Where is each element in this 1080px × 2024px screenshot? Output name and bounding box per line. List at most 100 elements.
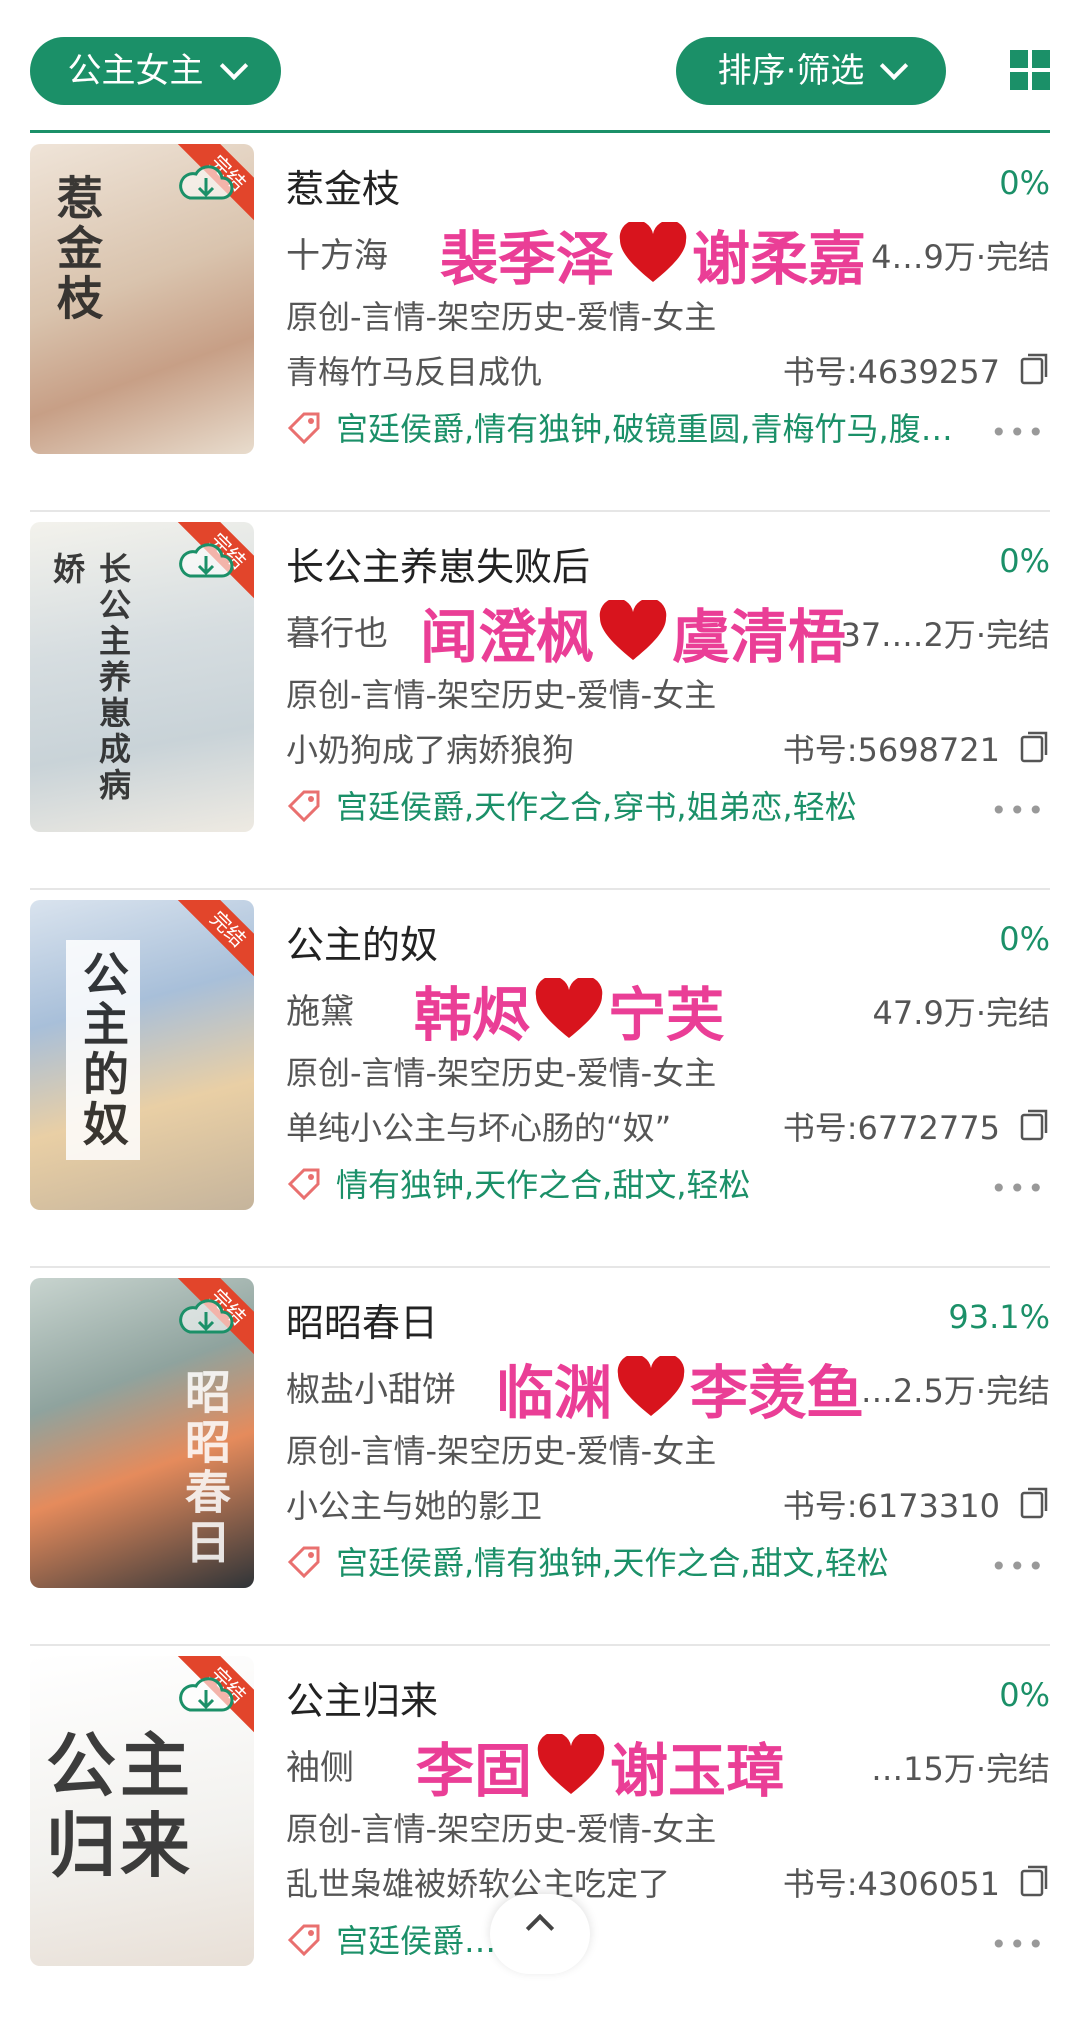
book-title[interactable]: 公主的奴 [286, 914, 438, 969]
couple-name-b: 李羡鱼 [690, 1359, 865, 1427]
download-cloud-icon[interactable] [176, 540, 236, 582]
couple-overlay: 裴季泽 谢柔嘉 [440, 212, 866, 296]
couple-name-a: 闻澄枫 [420, 603, 595, 671]
sort-filter-button[interactable]: 排序·筛选 [676, 37, 946, 105]
couple-name-a: 韩烬 [414, 981, 531, 1049]
couple-overlay: 临渊 李羡鱼 [496, 1346, 864, 1430]
book-number: 书号:5698721 [782, 731, 1000, 769]
book-item[interactable]: 长公主养崽成病娇 完结 长公主养崽失败后 0% 暮行也 37.…2万·完结 闻澄… [0, 512, 1080, 890]
read-progress: 0% [999, 1676, 1050, 1714]
download-cloud-icon[interactable] [176, 1674, 236, 1716]
download-cloud-icon[interactable] [176, 1296, 236, 1338]
word-count: …2.5万 [860, 1372, 976, 1410]
word-count-status: 47.9万·完结 [873, 988, 1050, 1034]
read-progress: 0% [999, 920, 1050, 958]
book-cover[interactable]: 公主的奴 完结 [30, 900, 254, 1210]
tag-icon [287, 1168, 320, 1201]
book-category: 原创-言情-架空历史-爱情-女主 [286, 298, 717, 336]
couple-name-a: 李固 [416, 1737, 533, 1805]
book-tags[interactable]: 宫廷侯爵,天作之合,穿书,姐弟恋,轻松 [336, 782, 857, 828]
book-author[interactable]: 暮行也 [286, 606, 388, 655]
tag-icon [287, 1546, 320, 1579]
book-number: 书号:4306051 [782, 1865, 1000, 1903]
book-tags[interactable]: 宫廷侯爵,情有独钟,天作之合,甜文,轻松 [336, 1538, 889, 1584]
book-status: ·完结 [975, 238, 1050, 276]
read-progress: 0% [999, 542, 1050, 580]
heart-icon [537, 1734, 605, 1794]
read-progress: 93.1% [948, 1298, 1050, 1336]
book-item[interactable]: 昭昭春日 完结 昭昭春日 93.1% 椒盐小甜饼 …2.5万·完结 临渊 李羡鱼… [0, 1268, 1080, 1646]
cover-title: 昭昭春日 [178, 1368, 232, 1568]
heart-icon [619, 222, 687, 282]
category-filter-label: 公主女主 [67, 51, 204, 91]
couple-name-b: 谢柔嘉 [692, 225, 867, 293]
book-title[interactable]: 昭昭春日 [286, 1292, 438, 1347]
heart-icon [599, 600, 667, 660]
heart-icon [617, 1356, 685, 1416]
book-title[interactable]: 公主归来 [286, 1670, 438, 1725]
book-summary: 小公主与她的影卫 [286, 1487, 543, 1525]
couple-overlay: 李固 谢玉璋 [416, 1724, 784, 1808]
more-options-icon[interactable]: ••• [990, 1172, 1046, 1205]
scroll-to-top-button[interactable] [490, 1894, 590, 1974]
cover-title: 公主的奴 [66, 940, 140, 1160]
word-count: …15万 [871, 1750, 976, 1788]
chevron-down-icon [219, 51, 248, 81]
book-cover[interactable]: 公主归来 完结 [30, 1656, 254, 1966]
couple-name-b: 宁芙 [608, 981, 725, 1049]
top-toolbar: 公主女主 排序·筛选 [0, 0, 1080, 130]
book-author[interactable]: 施黛 [286, 984, 354, 1033]
more-options-icon[interactable]: ••• [990, 416, 1046, 449]
cover-title: 长公主养崽成病娇 [48, 552, 132, 804]
couple-name-a: 裴季泽 [440, 225, 615, 293]
book-number: 书号:6173310 [782, 1487, 1000, 1525]
cover-title: 公主归来 [46, 1724, 194, 1887]
book-cover[interactable]: 昭昭春日 完结 [30, 1278, 254, 1588]
book-status: ·完结 [975, 1750, 1050, 1788]
heart-icon [535, 978, 603, 1038]
book-author[interactable]: 椒盐小甜饼 [286, 1362, 456, 1411]
book-tags[interactable]: 宫廷侯爵,情有独钟,破镜重圆,青梅竹马,腹… [336, 404, 953, 450]
copy-icon[interactable] [1020, 352, 1050, 386]
copy-icon[interactable] [1020, 730, 1050, 764]
word-count: 47.9万 [872, 994, 976, 1032]
couple-name-b: 虞清梧 [672, 603, 847, 671]
book-category: 原创-言情-架空历史-爱情-女主 [286, 676, 717, 714]
book-cover[interactable]: 惹金枝 完结 [30, 144, 254, 454]
book-tags[interactable]: 情有独钟,天作之合,甜文,轻松 [336, 1160, 751, 1206]
copy-icon[interactable] [1020, 1108, 1050, 1142]
book-item[interactable]: 惹金枝 完结 惹金枝 0% 十方海 4…9万·完结 裴季泽 谢柔嘉 原创-言情-… [0, 134, 1080, 512]
book-summary: 青梅竹马反目成仇 [286, 353, 543, 391]
word-count-status: 37.…2万·完结 [841, 610, 1050, 656]
book-category: 原创-言情-架空历史-爱情-女主 [286, 1432, 717, 1470]
book-summary: 小奶狗成了病娇狼狗 [286, 731, 575, 769]
more-options-icon[interactable]: ••• [990, 1550, 1046, 1583]
chevron-down-icon [880, 51, 909, 81]
sort-filter-label: 排序·筛选 [717, 51, 865, 91]
book-status: ·完结 [975, 1372, 1050, 1410]
tag-icon [287, 1924, 320, 1957]
tag-icon [287, 412, 320, 445]
book-author[interactable]: 十方海 [286, 228, 388, 277]
book-number: 书号:4639257 [782, 353, 1000, 391]
word-count-status: 4…9万·完结 [871, 232, 1050, 278]
copy-icon[interactable] [1020, 1864, 1050, 1898]
status-ribbon: 完结 [174, 900, 254, 983]
more-options-icon[interactable]: ••• [990, 1928, 1046, 1961]
book-summary: 单纯小公主与坏心肠的“奴” [286, 1109, 672, 1147]
more-options-icon[interactable]: ••• [990, 794, 1046, 827]
book-category: 原创-言情-架空历史-爱情-女主 [286, 1054, 717, 1092]
cover-title: 惹金枝 [50, 174, 104, 324]
book-item[interactable]: 公主的奴 完结 公主的奴 0% 施黛 47.9万·完结 韩烬 宁芙 原创-言情-… [0, 890, 1080, 1268]
category-filter-button[interactable]: 公主女主 [30, 37, 281, 105]
copy-icon[interactable] [1020, 1486, 1050, 1520]
book-summary: 乱世枭雄被娇软公主吃定了 [286, 1865, 671, 1903]
grid-view-icon[interactable] [1010, 50, 1050, 90]
book-category: 原创-言情-架空历史-爱情-女主 [286, 1810, 717, 1848]
book-author[interactable]: 袖侧 [286, 1740, 354, 1789]
book-title[interactable]: 惹金枝 [286, 158, 400, 213]
download-cloud-icon[interactable] [176, 162, 236, 204]
book-title[interactable]: 长公主养崽失败后 [286, 536, 590, 591]
word-count-status: …2.5万·完结 [861, 1366, 1050, 1412]
book-cover[interactable]: 长公主养崽成病娇 完结 [30, 522, 254, 832]
